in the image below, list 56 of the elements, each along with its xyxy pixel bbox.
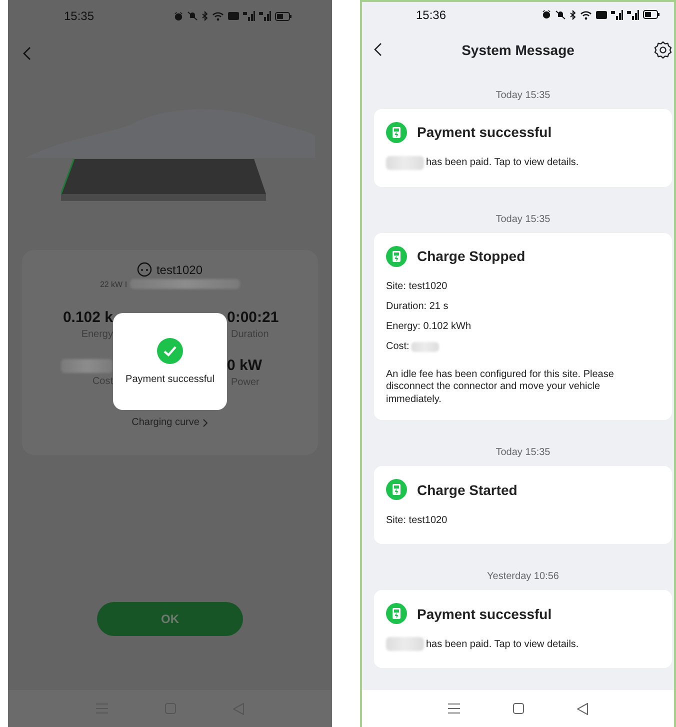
muted-bell-icon xyxy=(555,10,566,20)
battery-icon xyxy=(643,10,660,20)
message-card[interactable]: Charge Stopped Site: test1020 Duration: 21 s Energy: 0.102 kWh Cost: An idle fee has been configured for this site. Please disconnect the connector and move your vehicle immediately. xyxy=(374,232,672,420)
charging-station-icon xyxy=(386,479,407,500)
charging-station-icon xyxy=(386,603,407,624)
menu-icon[interactable] xyxy=(448,703,460,714)
charger-name: test1020 xyxy=(156,262,203,276)
toast-message: Payment successful xyxy=(126,374,214,385)
message-timestamp: Yesterday 10:56 xyxy=(486,570,560,584)
message-title: Charge Started xyxy=(417,482,518,498)
charging-station-icon xyxy=(386,122,407,142)
message-card[interactable]: Payment successful has been paid. Tap to view details. xyxy=(374,590,672,668)
wifi-icon xyxy=(580,10,592,20)
alarm-icon xyxy=(174,12,183,20)
status-time: 15:35 xyxy=(64,9,94,23)
message-card[interactable]: Charge Started Site: test1020 xyxy=(374,466,672,544)
message-timestamp: Today 15:35 xyxy=(494,212,552,226)
message-note: An idle fee has been configured for this site. Please disconnect the connector and move your vehicle immediately. xyxy=(386,368,615,406)
message-text: Cost: xyxy=(386,341,410,352)
charging-station-icon xyxy=(386,246,407,266)
stat-value: 0 kW xyxy=(227,357,262,374)
message-text: Energy: 0.102 kWh xyxy=(386,321,472,332)
bluetooth-icon xyxy=(202,11,208,21)
stat-value: 0.102 k xyxy=(62,309,113,326)
message-text: Site: test1020 xyxy=(386,281,448,292)
message-title: Payment successful xyxy=(417,124,552,140)
status-time: 15:36 xyxy=(416,8,446,22)
page-title: System Message xyxy=(462,42,574,58)
signal-icon xyxy=(611,10,623,20)
battery-icon xyxy=(275,12,292,20)
check-circle-icon xyxy=(157,338,183,364)
back-icon[interactable] xyxy=(576,702,588,714)
signal-icon xyxy=(627,10,639,20)
stat-value: 0:00:21 xyxy=(227,309,279,326)
message-timestamp: Today 15:35 xyxy=(494,88,552,102)
wifi-icon xyxy=(212,11,224,21)
alarm-icon xyxy=(542,10,551,20)
message-text: has been paid. Tap to view details. xyxy=(426,638,579,650)
signal-icon xyxy=(243,11,255,21)
socket-icon xyxy=(137,262,152,277)
redacted-text xyxy=(386,637,424,651)
message-title: Payment successful xyxy=(417,606,552,622)
settings-icon[interactable] xyxy=(654,40,672,59)
message-title: Charge Stopped xyxy=(417,248,526,264)
chevron-right-icon xyxy=(203,418,208,426)
redacted-text xyxy=(386,156,424,170)
redacted-value xyxy=(411,342,440,352)
message-card[interactable]: Payment successful has been paid. Tap to view details. xyxy=(374,108,672,186)
message-text: has been paid. Tap to view details. xyxy=(426,157,579,168)
message-timestamp: Today 15:35 xyxy=(494,446,552,460)
muted-bell-icon xyxy=(187,11,198,21)
message-text: Site: test1020 xyxy=(386,514,448,526)
message-text: Duration: 21 s xyxy=(386,301,448,312)
home-icon[interactable] xyxy=(512,703,524,714)
bluetooth-icon xyxy=(570,10,576,20)
signal-icon xyxy=(259,11,271,21)
